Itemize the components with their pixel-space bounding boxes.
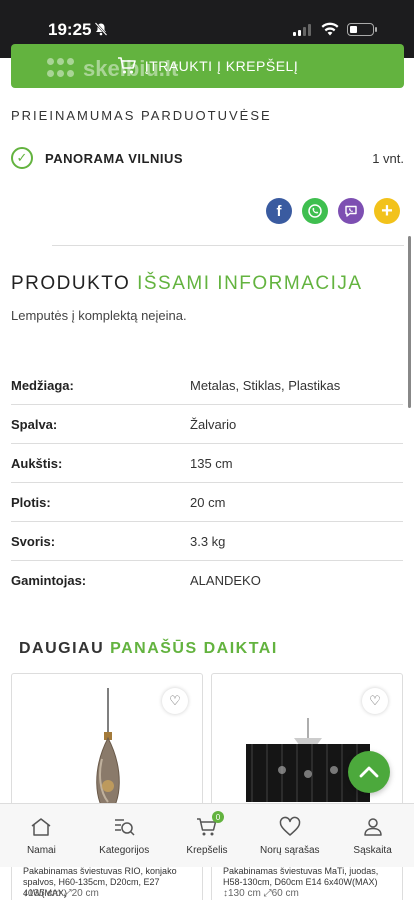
store-availability-row: ✓ PANORAMA VILNIUS 1 vnt. [11,146,404,170]
cart-count-badge: 0 [211,811,224,823]
category-search-icon [115,819,135,836]
scroll-to-top-button[interactable] [348,751,390,793]
spec-key: Plotis: [11,494,51,510]
spec-row: Spalva: Žalvario [11,405,403,444]
tab-home[interactable]: Namai [0,804,83,867]
tab-categories[interactable]: Kategorijos [83,804,166,867]
chevron-up-icon [359,766,379,778]
spec-row: Gamintojas: ALANDEKO [11,561,403,600]
product-dimensions: ↕130 cm ⤢60 cm [223,888,299,899]
battery-icon [347,23,377,36]
store-quantity: 1 vnt. [372,150,404,166]
spec-value: Metalas, Stiklas, Plastikas [190,377,341,393]
spec-value: ALANDEKO [190,573,261,588]
cart-icon [117,57,136,74]
spec-key: Aukštis: [11,455,63,471]
home-icon [31,818,51,836]
similar-heading: DAUGIAU PANAŠŪS DAIKTAI [19,640,278,658]
check-circle-icon: ✓ [11,147,33,169]
silent-bell-icon [94,22,108,36]
availability-heading: PRIEINAMUMAS PARDUOTUVĖSE [11,108,272,123]
details-heading: PRODUKTO IŠSAMI INFORMACIJA [11,273,363,295]
store-name: PANORAMA VILNIUS [45,150,183,166]
similar-heading-plain: DAUGIAU [19,640,111,657]
tab-label: Kategorijos [99,845,150,856]
spec-value: 20 cm [190,494,226,510]
product-dimensions: ↕135 cm ⤢20 cm [23,888,99,899]
product-title: Pakabinamas šviestuvas MaTi, juodas, H58… [223,866,379,887]
tab-wishlist[interactable]: Norų sąrašas [248,804,331,867]
spec-key: Svoris: [11,533,56,549]
share-buttons: f + [266,198,400,224]
spec-row: Medžiaga: Metalas, Stiklas, Plastikas [11,366,403,405]
heart-icon [279,816,301,836]
tab-label: Namai [26,845,56,856]
bottom-tab-bar: Namai Kategorijos 0 Krepšelis Norų sąraš… [0,803,414,867]
divider [52,245,404,246]
spec-value: 3.3 kg [190,533,226,549]
spec-key: Gamintojas: [11,573,87,588]
details-heading-highlight: IŠSAMI INFORMACIJA [137,273,363,294]
viber-icon[interactable] [338,198,364,224]
spec-key: Spalva: [11,416,58,432]
add-to-cart-label: ĮTRAUKTI Į KREPŠELĮ [144,58,299,74]
spec-value: Žalvario [190,416,237,432]
tab-account[interactable]: Sąskaita [331,804,414,867]
spec-row: Aukštis: 135 cm [11,444,403,483]
tab-label: Norų sąrašas [260,845,320,856]
facebook-icon[interactable]: f [266,198,292,224]
scrollbar[interactable] [408,236,411,408]
similar-heading-highlight: PANAŠŪS DAIKTAI [110,640,278,657]
tab-label: Krepšelis [186,845,228,856]
product-description: Lemputės į komplektą neįeina. [11,308,187,323]
tab-label: Sąskaita [353,845,392,856]
spec-row: Svoris: 3.3 kg [11,522,403,561]
more-share-icon[interactable]: + [374,198,400,224]
status-time: 19:25 [48,20,92,39]
spec-row: Plotis: 20 cm [11,483,403,522]
spec-value: 135 cm [190,455,233,471]
wifi-icon [321,22,339,36]
tab-cart[interactable]: 0 Krepšelis [166,804,249,867]
user-icon [363,818,382,836]
cellular-signal-icon [293,24,311,36]
whatsapp-icon[interactable] [302,198,328,224]
specs-table: Medžiaga: Metalas, Stiklas, Plastikas Spa… [11,366,403,600]
spec-key: Medžiaga: [11,377,74,393]
details-heading-plain: PRODUKTO [11,273,138,294]
add-to-cart-button[interactable]: skelbiu.lt ĮTRAUKTI Į KREPŠELĮ [11,44,404,88]
